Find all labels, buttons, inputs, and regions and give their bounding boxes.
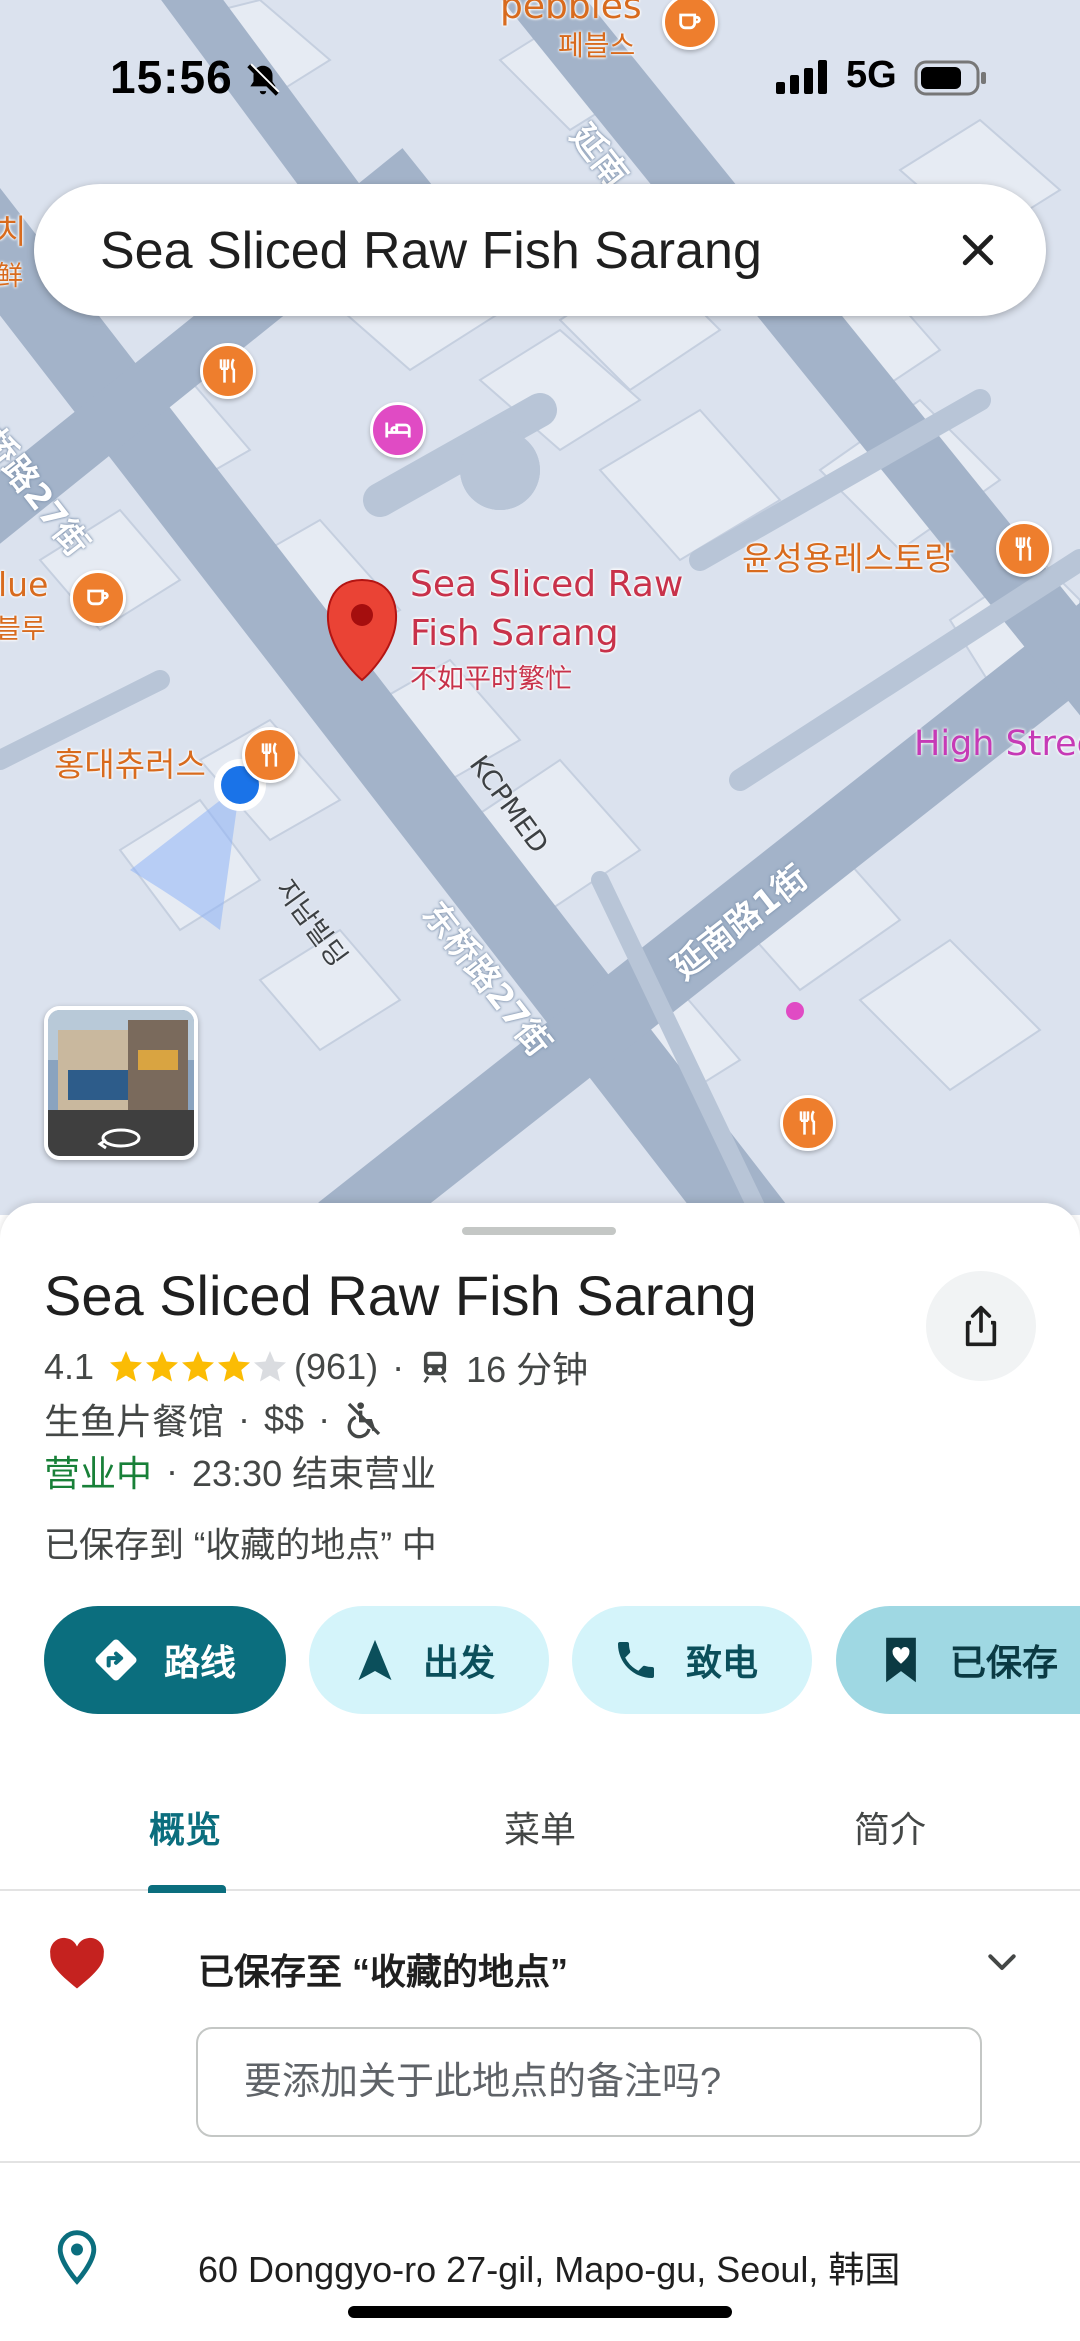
close-icon xyxy=(962,234,994,266)
tab-overview[interactable]: 概览 xyxy=(5,1763,365,1891)
restaurant-pin-lower[interactable] xyxy=(780,1095,836,1151)
fork-knife-icon xyxy=(261,742,278,767)
price-level: $$ xyxy=(264,1398,305,1439)
cellular-signal-icon xyxy=(776,60,827,94)
tab-indicator xyxy=(148,1885,226,1893)
star-rating[interactable] xyxy=(108,1349,288,1385)
saved-button[interactable]: 已保存 xyxy=(836,1606,1080,1714)
closing-time: 23:30 结束营业 xyxy=(192,1453,437,1494)
search-bar[interactable]: Sea Sliced Raw Fish Sarang xyxy=(34,184,1046,316)
note-input[interactable] xyxy=(196,2027,982,2137)
open-status: 营业中 xyxy=(44,1453,153,1494)
drag-handle[interactable] xyxy=(462,1227,616,1235)
hours-line[interactable]: 营业中 · 23:30 结束营业 xyxy=(44,1445,436,1497)
street-view-thumbnail[interactable] xyxy=(44,1006,198,1160)
rating-value: 4.1 xyxy=(44,1346,95,1387)
selected-place-busyness: 不如平时繁忙 xyxy=(410,664,572,695)
poi-label-pebbles: pebbles xyxy=(500,0,642,27)
selected-place-label-line2: Fish Sarang xyxy=(410,613,619,654)
network-type: 5G xyxy=(846,54,897,96)
bookmark-heart-icon xyxy=(886,1637,916,1683)
heart-icon xyxy=(50,1937,104,1989)
place-details-sheet[interactable]: Sea Sliced Raw Fish Sarang 4.1 (961) · 1… xyxy=(0,1203,1080,2341)
train-icon xyxy=(423,1351,447,1383)
saved-note-text: 已保存到 “收藏的地点” 中 xyxy=(44,1526,437,1565)
cafe-pin-blue[interactable] xyxy=(70,570,126,626)
review-count[interactable]: (961) xyxy=(294,1346,378,1388)
poi-label-yunseong: 윤성용레스토랑 xyxy=(742,539,955,578)
home-indicator[interactable] xyxy=(348,2306,732,2318)
address-row[interactable]: 60 Donggyo-ro 27-gil, Mapo-gu, Seoul, 韩国 xyxy=(0,2203,1080,2313)
battery-icon xyxy=(914,60,986,96)
tab-menu[interactable]: 菜单 xyxy=(360,1763,720,1891)
poi-label-left-top-2: 鲜 xyxy=(0,261,23,292)
rating-line: 4.1 (961) · 16 分钟 xyxy=(44,1341,588,1393)
place-title: Sea Sliced Raw Fish Sarang xyxy=(44,1264,757,1327)
clear-search-button[interactable] xyxy=(948,220,1008,280)
saved-label: 已保存 xyxy=(950,1642,1059,1683)
poi-label-blue-ko: 블루 xyxy=(0,614,46,645)
tab-about[interactable]: 简介 xyxy=(710,1763,1070,1891)
coffee-icon xyxy=(87,589,109,606)
poi-label-blue: lue xyxy=(0,565,49,604)
status-time: 15:56 xyxy=(110,51,233,103)
address-text: 60 Donggyo-ro 27-gil, Mapo-gu, Seoul, 韩国 xyxy=(198,2249,901,2290)
restaurant-pin-upper[interactable] xyxy=(200,343,256,399)
no-wheelchair-icon xyxy=(347,1402,381,1439)
directions-label: 路线 xyxy=(164,1642,237,1683)
share-button[interactable] xyxy=(926,1271,1036,1381)
start-navigation-button[interactable]: 出发 xyxy=(309,1606,549,1714)
chevron-down-icon[interactable] xyxy=(982,1943,1022,1983)
bed-icon xyxy=(385,422,411,438)
saved-note: 已保存到 “收藏的地点” 中 xyxy=(44,1517,437,1568)
directions-button[interactable]: 路线 xyxy=(44,1606,286,1714)
restaurant-pin-hongdae[interactable] xyxy=(242,727,298,783)
directions-icon xyxy=(95,1639,137,1681)
street-view-image xyxy=(48,1010,194,1156)
poi-label-left-top-1: 치 xyxy=(0,212,27,251)
location-pin-icon xyxy=(57,2230,97,2285)
fork-knife-icon xyxy=(799,1110,816,1135)
search-query[interactable]: Sea Sliced Raw Fish Sarang xyxy=(100,221,762,281)
place-category: 生鱼片餐馆 xyxy=(44,1401,225,1442)
place-tabs: 概览 菜单 简介 xyxy=(0,1763,1080,1893)
category-line: 生鱼片餐馆 · $$ · xyxy=(44,1393,384,1445)
map-view[interactable]: 东桥路27街 东桥路27街 延南路1街 延南 pebbles 페블스 윤성용레스… xyxy=(0,0,1080,1215)
selected-place-label-line1: Sea Sliced Raw xyxy=(410,564,684,605)
bell-muted-icon xyxy=(247,63,280,96)
phone-icon xyxy=(618,1642,654,1678)
hotel-pin[interactable] xyxy=(370,402,426,458)
poi-label-hongdae: 홍대츄러스 xyxy=(54,745,206,784)
fork-knife-icon xyxy=(1015,536,1032,561)
fork-knife-icon xyxy=(219,358,236,383)
call-label: 致电 xyxy=(686,1642,759,1683)
call-button[interactable]: 致电 xyxy=(572,1606,812,1714)
coffee-icon xyxy=(679,13,701,30)
start-label: 出发 xyxy=(423,1642,496,1683)
poi-label-high-street: High Stree xyxy=(914,724,1080,764)
navigation-arrow-icon xyxy=(358,1639,392,1681)
transit-time: 16 分钟 xyxy=(466,1349,589,1390)
share-icon xyxy=(965,1305,997,1347)
stars-icon xyxy=(110,1351,287,1382)
status-bar: 15:56 5G xyxy=(0,40,1080,120)
saved-list-label[interactable]: 已保存至 “收藏的地点” xyxy=(198,1943,568,1995)
restaurant-pin-yunseong[interactable] xyxy=(996,521,1052,577)
saved-list-section: 已保存至 “收藏的地点” xyxy=(0,1893,1080,2163)
